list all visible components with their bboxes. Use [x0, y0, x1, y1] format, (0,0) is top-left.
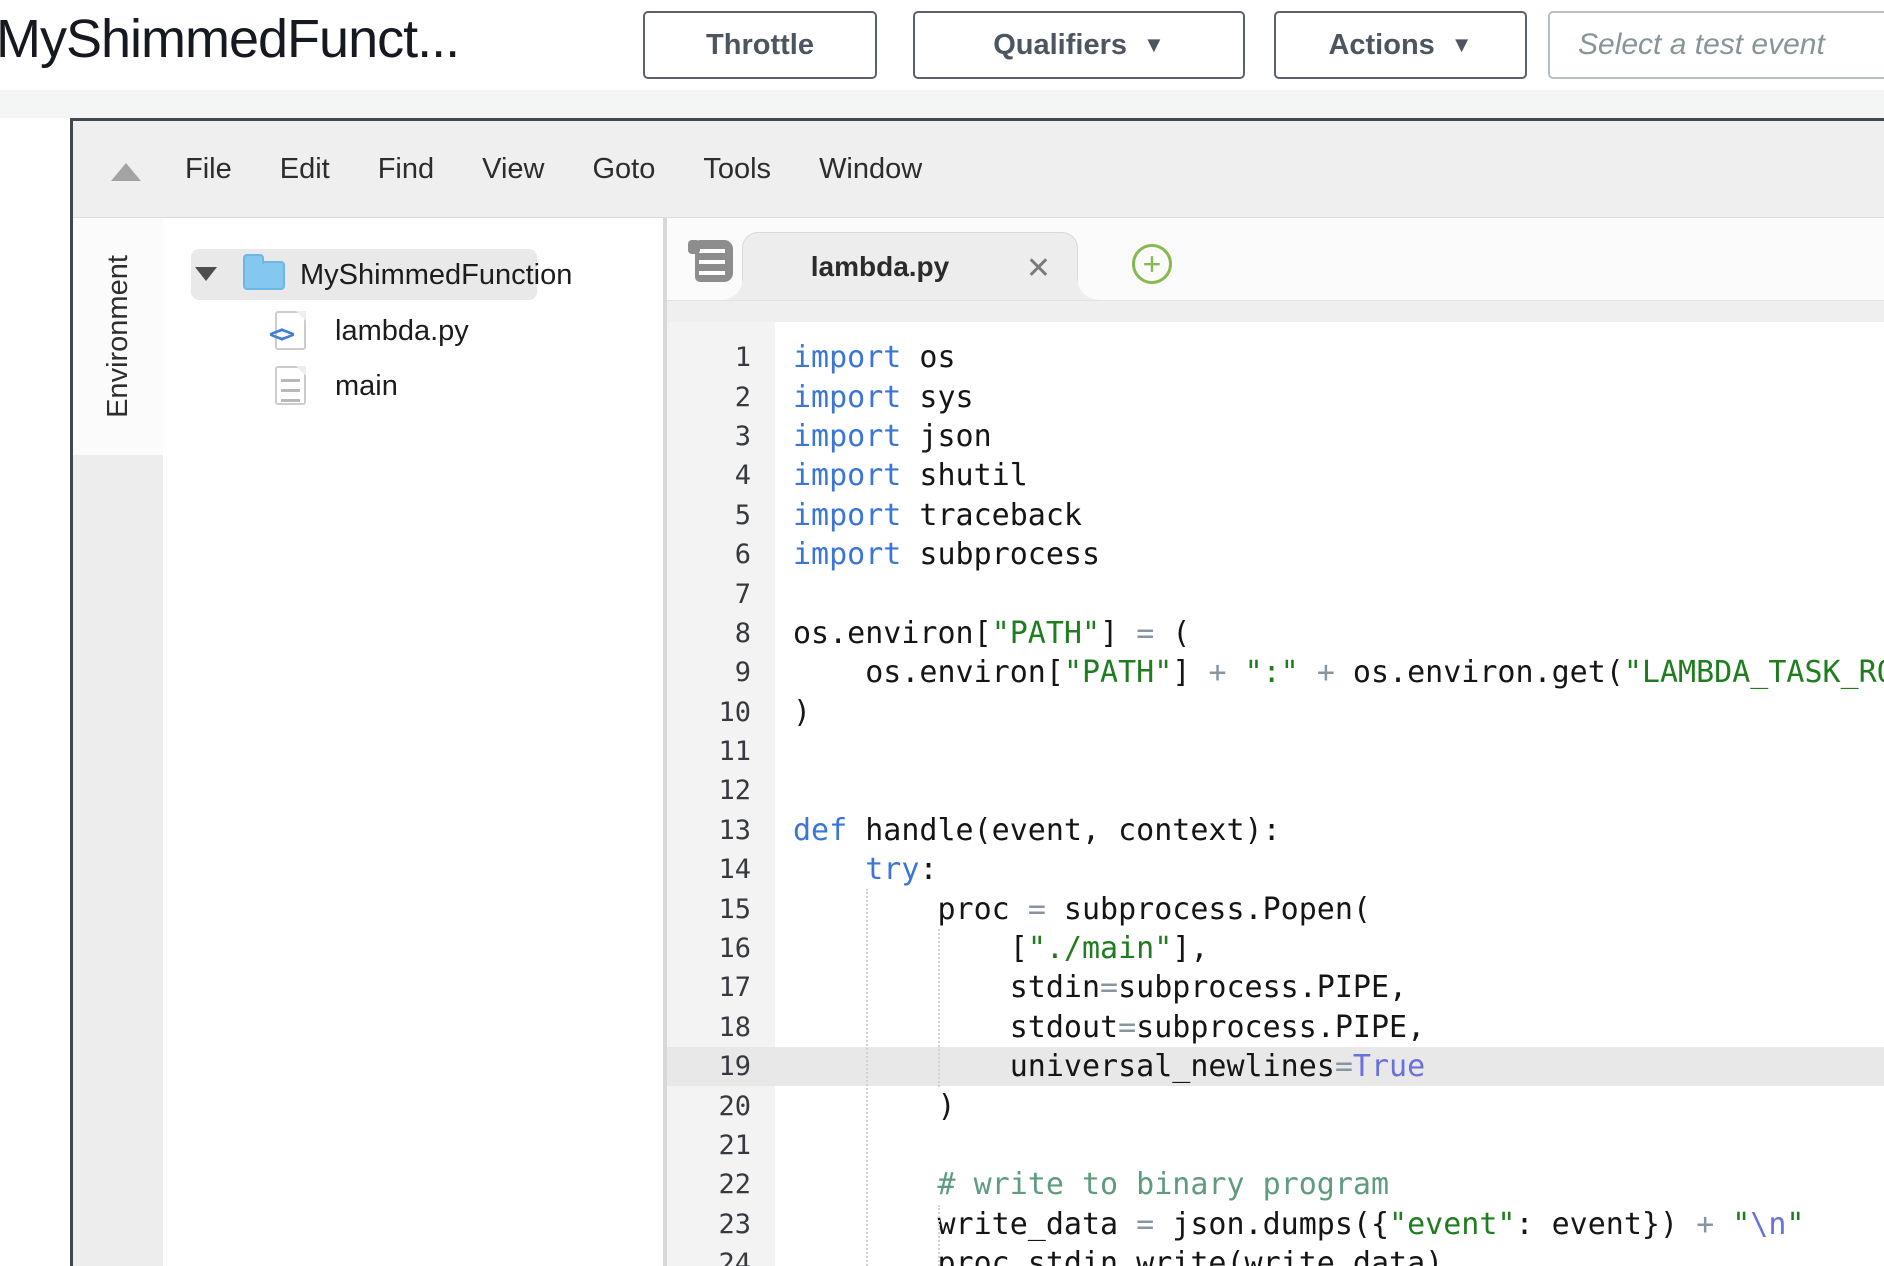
- line-number: 5: [667, 500, 775, 531]
- menu-item-window[interactable]: Window: [819, 153, 922, 186]
- indent-guide: [866, 889, 868, 1266]
- line-number: 11: [667, 736, 775, 767]
- code-editor-panel: lambda.py ✕ + 1import os2import sys3impo…: [667, 218, 1884, 1266]
- collapse-panel-icon[interactable]: [111, 163, 141, 181]
- qualifiers-button-label: Qualifiers: [993, 29, 1127, 62]
- line-number: 6: [667, 539, 775, 570]
- line-number: 15: [667, 894, 775, 925]
- code-area[interactable]: 1import os2import sys3import json4import…: [667, 322, 1884, 1266]
- line-number: 22: [667, 1169, 775, 1200]
- folder-name: MyShimmedFunction: [300, 259, 572, 292]
- code-line-4: 4import shutil: [667, 456, 1884, 495]
- code-line-20: 20 ): [667, 1086, 1884, 1125]
- line-number: 19: [667, 1051, 775, 1082]
- line-number: 23: [667, 1209, 775, 1240]
- code-line-15: 15 proc = subprocess.Popen(: [667, 889, 1884, 928]
- menu-items: File Edit Find View Goto Tools Window: [73, 153, 922, 186]
- tab-lambda-py[interactable]: lambda.py ✕: [742, 232, 1078, 300]
- chevron-down-icon: ▼: [1451, 32, 1473, 58]
- line-number: 8: [667, 618, 775, 649]
- header-divider-band: [0, 90, 1884, 118]
- test-event-placeholder: Select a test event: [1578, 28, 1825, 62]
- code-line-24: 24 proc.stdin.write(write_data): [667, 1244, 1884, 1266]
- line-number: 20: [667, 1091, 775, 1122]
- menu-item-tools[interactable]: Tools: [703, 153, 771, 186]
- tab-label: lambda.py: [811, 251, 949, 283]
- code-line-14: 14 try:: [667, 850, 1884, 889]
- add-tab-icon[interactable]: +: [1132, 244, 1172, 284]
- file-name: lambda.py: [335, 315, 469, 348]
- tree-row-lambda-py[interactable]: <> lambda.py: [163, 303, 663, 358]
- folder-icon: [243, 261, 285, 290]
- actions-button[interactable]: Actions ▼: [1274, 11, 1527, 79]
- menu-item-goto[interactable]: Goto: [592, 153, 655, 186]
- function-title: MyShimmedFunct...: [0, 8, 459, 70]
- line-number: 18: [667, 1012, 775, 1043]
- code-line-3: 3import json: [667, 417, 1884, 456]
- tree-row-folder[interactable]: MyShimmedFunction: [163, 247, 663, 302]
- line-number: 16: [667, 933, 775, 964]
- code-file-icon: <>: [275, 311, 306, 350]
- line-number: 21: [667, 1130, 775, 1161]
- editor-menubar: File Edit Find View Goto Tools Window: [73, 121, 1884, 218]
- code-line-7: 7: [667, 574, 1884, 613]
- code-line-10: 10): [667, 693, 1884, 732]
- code-line-22: 22 # write to binary program: [667, 1165, 1884, 1204]
- tab-bar-lower-strip: [667, 300, 1884, 322]
- code-line-18: 18 stdout=subprocess.PIPE,: [667, 1008, 1884, 1047]
- line-number: 10: [667, 697, 775, 728]
- tree-row-main[interactable]: main: [163, 358, 663, 413]
- line-number: 3: [667, 421, 775, 452]
- chevron-down-icon: ▼: [1143, 32, 1165, 58]
- code-line-11: 11: [667, 732, 1884, 771]
- line-number: 9: [667, 657, 775, 688]
- actions-button-label: Actions: [1328, 29, 1434, 62]
- code-line-21: 21: [667, 1126, 1884, 1165]
- code-line-5: 5import traceback: [667, 496, 1884, 535]
- test-event-select[interactable]: Select a test event: [1548, 11, 1884, 79]
- throttle-button-label: Throttle: [706, 29, 814, 62]
- code-line-13: 13def handle(event, context):: [667, 811, 1884, 850]
- menu-item-file[interactable]: File: [185, 153, 232, 186]
- code-line-17: 17 stdin=subprocess.PIPE,: [667, 968, 1884, 1007]
- line-number: 12: [667, 775, 775, 806]
- line-number: 24: [667, 1248, 775, 1266]
- folder-expand-icon[interactable]: [195, 267, 217, 281]
- line-number: 13: [667, 815, 775, 846]
- indent-guide: [938, 1205, 940, 1266]
- file-tree: MyShimmedFunction <> lambda.py main: [163, 218, 663, 1266]
- document-file-icon: [275, 366, 306, 405]
- menu-item-view[interactable]: View: [482, 153, 544, 186]
- code-line-8: 8os.environ["PATH"] = (: [667, 614, 1884, 653]
- menu-item-edit[interactable]: Edit: [280, 153, 330, 186]
- line-number: 2: [667, 382, 775, 413]
- indent-guide: [938, 929, 940, 1087]
- code-line-1: 1import os: [667, 338, 1884, 377]
- tab-list-icon[interactable]: [695, 240, 733, 282]
- code-line-23: 23 write_data = json.dumps({"event": eve…: [667, 1205, 1884, 1244]
- environment-label: Environment: [102, 255, 135, 418]
- line-number: 4: [667, 460, 775, 491]
- code-line-12: 12: [667, 771, 1884, 810]
- code-line-9: 9 os.environ["PATH"] + ":" + os.environ.…: [667, 653, 1884, 692]
- left-tab-strip: Environment: [73, 218, 163, 1266]
- code-line-6: 6import subprocess: [667, 535, 1884, 574]
- ide-window: File Edit Find View Goto Tools Window Environm…: [70, 118, 1884, 1266]
- function-header: MyShimmedFunct... Throttle Qualifiers ▼ …: [0, 0, 1884, 90]
- menu-item-find[interactable]: Find: [378, 153, 434, 186]
- editor-tab-bar: lambda.py ✕ +: [667, 218, 1884, 300]
- code-line-19: 19 universal_newlines=True: [667, 1047, 1884, 1086]
- code-line-16: 16 ["./main"],: [667, 929, 1884, 968]
- close-icon[interactable]: ✕: [1026, 251, 1051, 286]
- tab-environment[interactable]: Environment: [73, 218, 163, 455]
- line-number: 7: [667, 579, 775, 610]
- line-number: 14: [667, 854, 775, 885]
- code-line-2: 2import sys: [667, 377, 1884, 416]
- throttle-button[interactable]: Throttle: [643, 11, 877, 79]
- file-name: main: [335, 370, 398, 403]
- qualifiers-button[interactable]: Qualifiers ▼: [913, 11, 1245, 79]
- line-number: 1: [667, 342, 775, 373]
- line-number: 17: [667, 972, 775, 1003]
